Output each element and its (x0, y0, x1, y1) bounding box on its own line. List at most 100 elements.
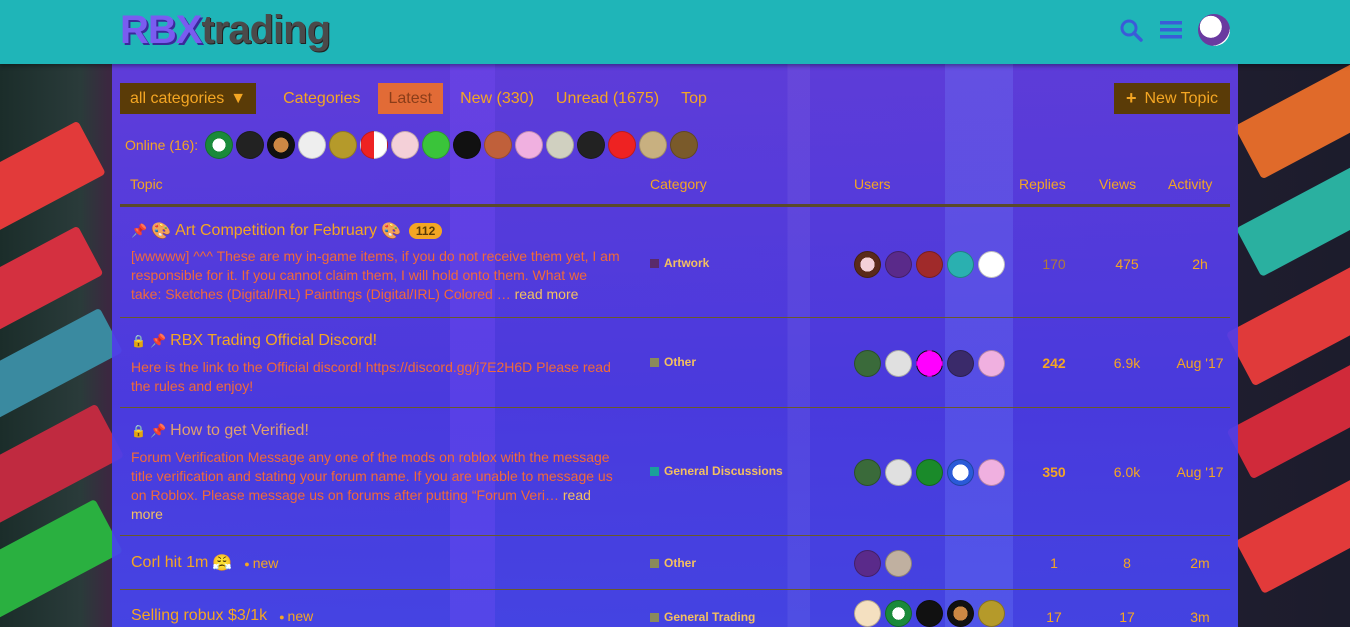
avatar[interactable] (947, 251, 974, 278)
logo-rbx: RBX (120, 8, 202, 52)
avatar[interactable] (978, 350, 1005, 377)
topic-excerpt: Here is the link to the Official discord… (131, 358, 621, 396)
avatar[interactable] (298, 131, 327, 159)
activity-time[interactable]: Aug '17 (1170, 464, 1230, 480)
views-count: 6.9k (1113, 355, 1141, 371)
user-avatar[interactable] (1198, 14, 1230, 46)
nav-latest[interactable]: Latest (377, 83, 444, 114)
avatar[interactable] (639, 131, 668, 159)
avatar[interactable] (978, 251, 1005, 278)
avatar[interactable] (484, 131, 513, 159)
category-link[interactable]: General Discussions (650, 464, 783, 478)
avatar[interactable] (885, 459, 912, 486)
avatar[interactable] (422, 131, 451, 159)
topic-title-link[interactable]: 📌 🎨 Art Competition for February 🎨 112 (131, 221, 443, 241)
avatar[interactable] (916, 600, 943, 627)
posters (854, 600, 1005, 627)
avatar[interactable] (885, 251, 912, 278)
new-topic-button[interactable]: + New Topic (1113, 83, 1230, 114)
pin-icon: 📌 (149, 423, 167, 438)
palette-icon: 🎨 (380, 223, 401, 240)
logo-trading: trading (201, 8, 331, 52)
avatar[interactable] (947, 350, 974, 377)
avatar[interactable] (916, 350, 943, 377)
category-link[interactable]: Artwork (650, 256, 709, 270)
avatar[interactable] (854, 600, 881, 627)
hamburger-menu-icon[interactable] (1158, 17, 1184, 43)
category-color-swatch (650, 558, 659, 568)
avatar[interactable] (978, 600, 1005, 627)
header-topic[interactable]: Topic (130, 176, 163, 192)
avatar[interactable] (453, 131, 482, 159)
activity-time[interactable]: 3m (1170, 609, 1230, 625)
topic-title-link[interactable]: 🔒 📌 RBX Trading Official Discord! (131, 332, 377, 350)
avatar[interactable] (854, 550, 881, 577)
avatar[interactable] (916, 459, 943, 486)
category-name: General Discussions (664, 464, 783, 478)
header-views[interactable]: Views (1099, 176, 1136, 192)
avatar[interactable] (854, 251, 881, 278)
header-activity[interactable]: Activity (1168, 176, 1212, 192)
avatar[interactable] (854, 350, 881, 377)
category-color-swatch (650, 357, 659, 367)
nav-categories[interactable]: Categories (272, 83, 371, 114)
replies-count[interactable]: 170 (1024, 256, 1084, 272)
all-categories-dropdown[interactable]: all categories ▼ (120, 83, 257, 114)
avatar[interactable] (885, 600, 912, 627)
avatar[interactable] (670, 131, 699, 159)
topic-title-link[interactable]: Corl hit 1m 😤 new (131, 553, 278, 573)
topic-title-link[interactable]: 🔒 📌 How to get Verified! (131, 422, 309, 440)
avatar[interactable] (546, 131, 575, 159)
activity-time[interactable]: 2h (1170, 256, 1230, 272)
avatar[interactable] (978, 459, 1005, 486)
table-header: Topic Category Users Replies Views Activ… (120, 174, 1230, 202)
new-badge[interactable]: new (279, 608, 314, 624)
avatar[interactable] (577, 131, 606, 159)
activity-time[interactable]: 2m (1170, 555, 1230, 571)
avatar[interactable] (608, 131, 637, 159)
site-logo[interactable]: RBXtrading (120, 8, 331, 52)
replies-count[interactable]: 350 (1024, 464, 1084, 480)
post-count-badge[interactable]: 112 (408, 223, 443, 239)
views-count: 6.0k (1113, 464, 1141, 480)
avatar[interactable] (854, 459, 881, 486)
avatar[interactable] (391, 131, 420, 159)
posters (854, 350, 1005, 377)
avatar[interactable] (947, 459, 974, 486)
category-link[interactable]: Other (650, 556, 696, 570)
nav-unread[interactable]: Unread (1675) (545, 83, 670, 114)
table-row: Corl hit 1m 😤 new Other 1 8 2m (120, 536, 1230, 589)
category-link[interactable]: General Trading (650, 610, 755, 624)
nav-new[interactable]: New (330) (449, 83, 545, 114)
avatar[interactable] (236, 131, 265, 159)
read-more-link[interactable]: read more (515, 286, 579, 302)
header-category[interactable]: Category (650, 176, 707, 192)
online-users: Online (16): (125, 131, 699, 159)
avatar[interactable] (329, 131, 358, 159)
navigation-bar: all categories ▼ Categories Latest New (… (120, 83, 718, 114)
palette-icon: 🎨 (151, 223, 172, 240)
avatar[interactable] (267, 131, 296, 159)
replies-count[interactable]: 1 (1024, 555, 1084, 571)
nav-top[interactable]: Top (670, 83, 718, 114)
replies-count[interactable]: 17 (1024, 609, 1084, 625)
avatar[interactable] (515, 131, 544, 159)
avatar[interactable] (360, 131, 389, 159)
emoji-icon: 😤 (212, 555, 233, 572)
new-badge[interactable]: new (244, 555, 279, 571)
avatar[interactable] (947, 600, 974, 627)
avatar[interactable] (885, 350, 912, 377)
category-name: General Trading (664, 610, 756, 624)
table-row: 🔒 📌 RBX Trading Official Discord! Here i… (120, 318, 1230, 407)
topic-title-link[interactable]: Selling robux $3/1k new (131, 607, 313, 625)
avatar[interactable] (916, 251, 943, 278)
activity-time[interactable]: Aug '17 (1170, 355, 1230, 371)
caret-down-icon: ▼ (230, 89, 247, 107)
category-link[interactable]: Other (650, 355, 696, 369)
replies-count[interactable]: 242 (1024, 355, 1084, 371)
avatar[interactable] (205, 131, 234, 159)
topic-excerpt: [wwwww] ^^^ These are my in-game items, … (131, 247, 621, 304)
search-icon[interactable] (1118, 17, 1144, 43)
header-replies[interactable]: Replies (1019, 176, 1066, 192)
avatar[interactable] (885, 550, 912, 577)
